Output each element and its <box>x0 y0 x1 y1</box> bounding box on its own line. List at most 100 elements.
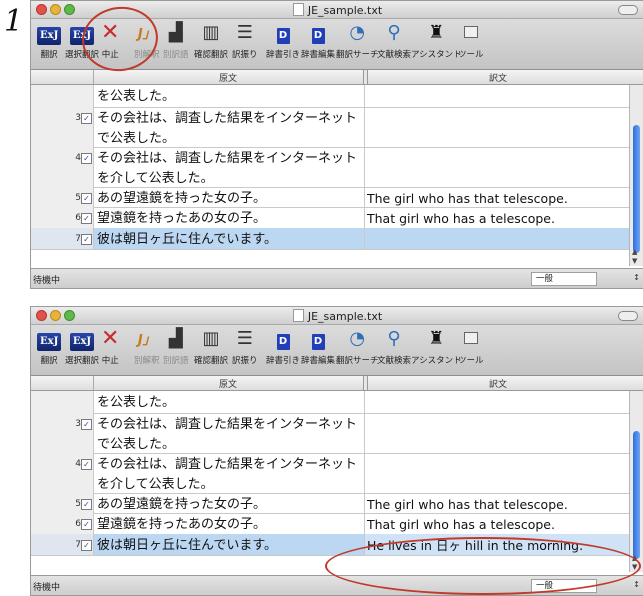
toolbar-button-label: 辞書引き <box>266 50 301 60</box>
sentence-row[interactable]: 4 ✓ その会社は、調査した結果をインターネットを介して公表した。 <box>31 147 630 188</box>
toolbar-button-tools[interactable]: ツール <box>458 22 484 60</box>
target-cell[interactable]: The girl who has that telescope. <box>367 495 626 515</box>
source-cell[interactable]: を公表した。 <box>97 393 365 413</box>
toolbar-toggle-button[interactable] <box>618 5 638 15</box>
sentence-row[interactable]: 4 ✓ その会社は、調査した結果をインターネットを介して公表した。 <box>31 453 630 494</box>
translation-window-before: JE_sample.txt ExJ 翻訳 ExJ 選択翻訳 ✕ 中止 J」 別解釈 ▟ 別訳語 ▥ 確認… <box>30 0 643 289</box>
source-column-header[interactable]: 原文 <box>93 377 363 390</box>
scrollbar-thumb[interactable] <box>633 125 640 253</box>
row-checkbox[interactable]: ✓ <box>81 213 92 224</box>
row-checkbox[interactable]: ✓ <box>81 499 92 510</box>
field-select[interactable]: 一般 <box>531 579 597 593</box>
toolbar-button-assign-translation[interactable]: ☰ 訳振り <box>232 328 258 366</box>
toolbar-button-document-search[interactable]: ⚲ 文献検索 <box>377 328 411 366</box>
toolbar-button-confirm-translation[interactable]: ▥ 確認翻訳 <box>194 22 228 60</box>
scroll-down-icon[interactable]: ▼ <box>632 257 637 265</box>
toolbar-button-label: 別解釈 <box>134 50 160 60</box>
row-checkbox[interactable]: ✓ <box>81 459 92 470</box>
vertical-scrollbar[interactable]: ▲ ▼ <box>629 85 643 266</box>
toolbar-button-assistant[interactable]: ♜ アシスタント <box>411 328 462 366</box>
ej-glyph: ExJ <box>69 27 95 45</box>
row-checkbox[interactable]: ✓ <box>81 519 92 530</box>
toolbar-button-alt-interpretation[interactable]: J」 別解釈 <box>134 328 160 366</box>
toolbar-button-dictionary-edit[interactable]: D 辞書編集 <box>301 328 335 366</box>
toolbar-toggle-button[interactable] <box>618 311 638 321</box>
target-column-header[interactable]: 訳文 <box>366 377 630 390</box>
source-cell[interactable]: その会社は、調査した結果をインターネットで公表した。 <box>97 415 365 455</box>
toolbar-button-ExJ-translate[interactable]: ExJ 翻訳 <box>37 22 62 60</box>
sentence-row[interactable]: 3 ✓ その会社は、調査した結果をインターネットで公表した。 <box>31 107 630 148</box>
sentence-row[interactable]: 6 ✓ 望遠鏡を持ったあの女の子。 That girl who has a teles… <box>31 513 630 535</box>
scroll-up-icon[interactable]: ▲ <box>632 554 637 562</box>
toolbar-button-assistant[interactable]: ♜ アシスタント <box>411 22 462 60</box>
sentence-row[interactable]: を公表した。 <box>31 85 630 108</box>
toolbar-button-dictionary-edit[interactable]: D 辞書編集 <box>301 22 335 60</box>
row-gutter <box>31 85 94 107</box>
toolbar-button-dictionary-lookup[interactable]: D 辞書引き <box>266 22 300 60</box>
source-cell[interactable]: あの望遠鏡を持った女の子。 <box>97 495 365 515</box>
window-title: JE_sample.txt <box>31 3 643 17</box>
grid-glyph: ▥ <box>202 22 220 43</box>
source-cell[interactable]: その会社は、調査した結果をインターネットを介して公表した。 <box>97 455 365 495</box>
grid-glyph: ▥ <box>202 328 220 349</box>
row-checkbox[interactable]: ✓ <box>81 540 92 551</box>
sentence-row[interactable]: 5 ✓ あの望遠鏡を持った女の子。 The girl who has that tel… <box>31 187 630 208</box>
source-cell[interactable]: あの望遠鏡を持った女の子。 <box>97 189 365 209</box>
source-cell[interactable]: 彼は朝日ヶ丘に住んでいます。 <box>97 536 365 556</box>
toolbar-button-tools[interactable]: ツール <box>458 328 484 366</box>
source-cell[interactable]: その会社は、調査した結果をインターネットを介して公表した。 <box>97 149 365 189</box>
select-arrows-icon[interactable]: ↕ <box>633 580 640 589</box>
toolbar-button-label: アシスタント <box>411 50 462 60</box>
vertical-scrollbar[interactable]: ▲ ▼ <box>629 391 643 572</box>
target-cell[interactable]: The girl who has that telescope. <box>367 189 626 209</box>
row-checkbox[interactable]: ✓ <box>81 193 92 204</box>
toolbar-button-confirm-translation[interactable]: ▥ 確認翻訳 <box>194 328 228 366</box>
toolbar-button-stop-x[interactable]: ✕ 中止 <box>101 328 119 367</box>
source-cell[interactable]: その会社は、調査した結果をインターネットで公表した。 <box>97 109 365 149</box>
status-text: 待機中 <box>33 583 61 593</box>
row-gutter: 5 ✓ <box>31 493 94 513</box>
sentence-row[interactable]: 3 ✓ その会社は、調査した結果をインターネットで公表した。 <box>31 413 630 454</box>
toolbar-button-translation-search[interactable]: ◔ 翻訳サーチ <box>336 328 379 366</box>
toolbar-button-assign-translation[interactable]: ☰ 訳振り <box>232 22 258 60</box>
select-arrows-icon[interactable]: ↕ <box>633 273 640 282</box>
toolbar-button-ExJ-selection[interactable]: ExJ 選択翻訳 <box>65 328 99 366</box>
toolbar-button-document-search[interactable]: ⚲ 文献検索 <box>377 22 411 60</box>
source-cell[interactable]: 彼は朝日ヶ丘に住んでいます。 <box>97 230 365 250</box>
toolbar-button-translation-search[interactable]: ◔ 翻訳サーチ <box>336 22 379 60</box>
source-cell[interactable]: 望遠鏡を持ったあの女の子。 <box>97 209 365 229</box>
target-cell[interactable]: He lives in 日ヶ hill in the morning. <box>367 536 626 556</box>
sentence-row[interactable]: 7 ✓ 彼は朝日ヶ丘に住んでいます。 He lives in 日ヶ hill in t… <box>31 534 630 556</box>
row-checkbox[interactable]: ✓ <box>81 234 92 245</box>
scroll-down-icon[interactable]: ▼ <box>632 563 637 571</box>
status-text: 待機中 <box>33 276 61 286</box>
sentence-row[interactable]: 7 ✓ 彼は朝日ヶ丘に住んでいます。 <box>31 228 630 250</box>
dictionary-lookup-icon: D <box>266 328 300 350</box>
target-cell[interactable]: That girl who has a telescope. <box>367 209 626 229</box>
search-glyph: ◔ <box>349 22 366 43</box>
row-checkbox[interactable]: ✓ <box>81 113 92 124</box>
confirm-translation-icon: ▥ <box>194 22 228 44</box>
sentence-row[interactable]: 6 ✓ 望遠鏡を持ったあの女の子。 That girl who has a teles… <box>31 207 630 229</box>
ej-glyph: ExJ <box>69 333 95 351</box>
target-column-header[interactable]: 訳文 <box>366 71 630 84</box>
scroll-up-icon[interactable]: ▲ <box>632 248 637 256</box>
row-checkbox[interactable]: ✓ <box>81 153 92 164</box>
sentence-row[interactable]: 5 ✓ あの望遠鏡を持った女の子。 The girl who has that tel… <box>31 493 630 514</box>
source-cell[interactable]: 望遠鏡を持ったあの女の子。 <box>97 515 365 535</box>
sentence-row[interactable]: を公表した。 <box>31 391 630 414</box>
source-cell[interactable]: を公表した。 <box>97 87 365 107</box>
toolbar-button-ExJ-translate[interactable]: ExJ 翻訳 <box>37 328 62 366</box>
toolbar-button-alt-word[interactable]: ▟ 別訳語 <box>163 22 189 60</box>
scrollbar-thumb[interactable] <box>633 431 640 559</box>
toolbar-button-alt-word[interactable]: ▟ 別訳語 <box>163 328 189 366</box>
target-cell[interactable]: That girl who has a telescope. <box>367 515 626 535</box>
translation-window-after: JE_sample.txt ExJ 翻訳 ExJ 選択翻訳 ✕ 中止 J」 別解釈 ▟ 別訳語 ▥ 確認… <box>30 306 643 596</box>
row-checkbox[interactable]: ✓ <box>81 419 92 430</box>
source-column-header[interactable]: 原文 <box>93 71 363 84</box>
toolbar-button-stop-x[interactable]: ✕ 中止 <box>101 22 119 61</box>
field-select[interactable]: 一般 <box>531 272 597 286</box>
toolbar-button-ExJ-selection[interactable]: ExJ 選択翻訳 <box>65 22 99 60</box>
toolbar-button-alt-interpretation[interactable]: J」 別解釈 <box>134 22 160 60</box>
toolbar-button-dictionary-lookup[interactable]: D 辞書引き <box>266 328 300 366</box>
